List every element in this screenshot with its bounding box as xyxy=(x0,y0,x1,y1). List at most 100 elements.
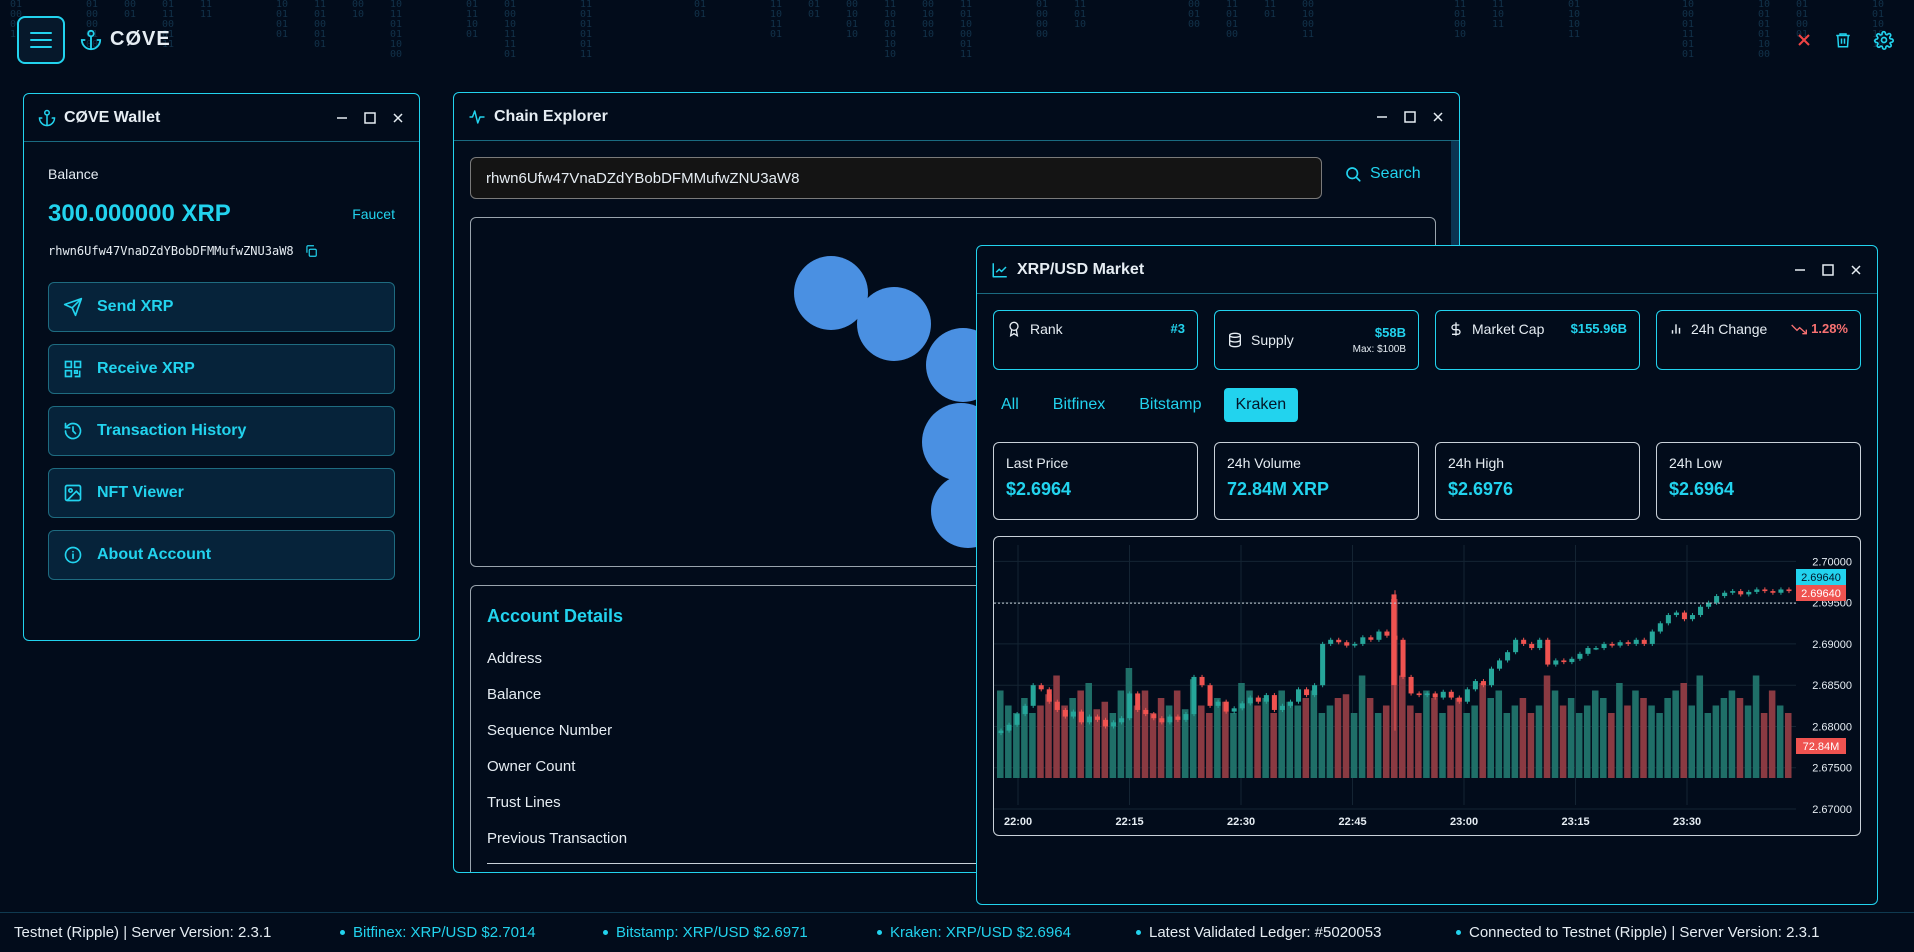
volume-bar xyxy=(1262,698,1269,778)
about-account-button[interactable]: About Account xyxy=(48,530,395,580)
close-icon[interactable] xyxy=(1796,32,1812,48)
candle-body xyxy=(1488,668,1495,686)
close-icon[interactable] xyxy=(1849,263,1863,277)
volume-bar xyxy=(1342,694,1350,778)
status-dot xyxy=(603,930,608,935)
candle-body xyxy=(1038,685,1044,690)
volume-bar xyxy=(1149,713,1157,778)
volume-bar xyxy=(1029,713,1036,778)
x-tick-label: 22:30 xyxy=(1227,816,1255,828)
send-xrp-button[interactable]: Send XRP xyxy=(48,282,395,332)
minimize-icon[interactable] xyxy=(1793,263,1807,277)
volume-bar xyxy=(1246,690,1253,778)
candle-body xyxy=(1746,591,1752,595)
matrix-column: 00 10 00 10 xyxy=(922,0,935,40)
candle-body xyxy=(1722,592,1728,597)
close-icon[interactable] xyxy=(391,111,405,125)
wallet-window-title: CØVE Wallet xyxy=(64,108,161,126)
tab-bitfinex[interactable]: Bitfinex xyxy=(1041,388,1117,422)
volume-bar xyxy=(1165,705,1173,778)
faucet-link[interactable]: Faucet xyxy=(352,206,395,222)
candle-body xyxy=(1609,643,1615,646)
maximize-icon[interactable] xyxy=(363,111,377,125)
volume-bar xyxy=(1238,683,1245,778)
nft-viewer-button[interactable]: NFT Viewer xyxy=(48,468,395,518)
graph-node[interactable] xyxy=(857,287,931,361)
balance-label: Balance xyxy=(48,166,99,182)
matrix-column: 11 10 11 01 xyxy=(770,0,783,40)
last-price-value: $2.6964 xyxy=(1006,479,1072,499)
volume-bar xyxy=(1133,705,1141,778)
candle-body xyxy=(1127,693,1133,719)
volume-bar xyxy=(1543,675,1551,778)
gear-icon[interactable] xyxy=(1874,30,1894,50)
market-window-header[interactable]: XRP/USD Market xyxy=(977,246,1877,294)
transaction-history-button[interactable]: Transaction History xyxy=(48,406,395,456)
candle-body xyxy=(1094,716,1101,720)
close-icon[interactable] xyxy=(1431,110,1445,124)
y-tick-label: 2.68000 xyxy=(1812,721,1852,733)
status-dot xyxy=(1136,930,1141,935)
price-chart[interactable]: 2.70000 2.69500 2.69000 2.68500 2.68000 2.675… xyxy=(993,536,1861,836)
candle-body xyxy=(1689,615,1696,620)
volume-bar xyxy=(1230,713,1237,778)
y-tick-label: 2.68500 xyxy=(1812,680,1852,692)
candle-body xyxy=(1376,631,1382,640)
volume-bar xyxy=(1157,698,1165,778)
candle-body xyxy=(1231,708,1237,712)
trending-down-icon xyxy=(1791,324,1808,334)
address-search-input[interactable] xyxy=(470,157,1322,199)
candle-body xyxy=(1472,681,1478,690)
volume-bar xyxy=(1672,690,1679,778)
wallet-window-header[interactable]: CØVE Wallet xyxy=(24,94,419,142)
tab-kraken[interactable]: Kraken xyxy=(1223,388,1299,422)
volume-bar xyxy=(1326,705,1334,778)
candle-body xyxy=(1255,697,1261,702)
copy-icon[interactable] xyxy=(304,244,318,258)
volume-bar xyxy=(1085,683,1092,778)
maximize-icon[interactable] xyxy=(1403,110,1417,124)
matrix-background: 01 00 00 11 01 00 00 01 00 00 01 01 11 0… xyxy=(0,0,1914,70)
candle-body xyxy=(1657,623,1663,632)
tab-all[interactable]: All xyxy=(989,388,1031,422)
trash-icon[interactable] xyxy=(1834,30,1852,50)
candle-body xyxy=(1086,716,1092,723)
tab-bitstamp[interactable]: Bitstamp xyxy=(1127,388,1213,422)
volume-bar xyxy=(1463,713,1470,778)
volume-bar xyxy=(1101,701,1109,778)
search-button[interactable]: Search xyxy=(1344,165,1421,183)
candle-body xyxy=(1577,653,1583,659)
candle-body xyxy=(1328,639,1334,644)
minimize-icon[interactable] xyxy=(1375,110,1389,124)
brand: CØVE xyxy=(80,28,171,51)
candle-body xyxy=(1762,589,1768,592)
maximize-icon[interactable] xyxy=(1821,263,1835,277)
matrix-column: 11 01 00 01 01 xyxy=(314,0,327,50)
high-card: 24h High $2.6976 xyxy=(1435,442,1640,520)
candlestick-chart-svg[interactable]: 2.700002.695002.690002.685002.680002.675… xyxy=(994,537,1861,836)
volume-bar xyxy=(1382,705,1390,778)
candle-body xyxy=(1673,612,1679,616)
minimize-icon[interactable] xyxy=(335,111,349,125)
volume-bar xyxy=(1559,705,1567,778)
candle-body xyxy=(1263,695,1269,702)
volume-bar xyxy=(1648,705,1655,778)
volume-tag: 72.84M xyxy=(1803,741,1840,753)
supply-label: Supply xyxy=(1251,332,1294,348)
explorer-window-header[interactable]: Chain Explorer xyxy=(454,93,1459,141)
menu-button[interactable] xyxy=(17,16,65,64)
volume-bar xyxy=(1439,713,1446,778)
candle-body xyxy=(1569,658,1575,663)
volume-bar xyxy=(1399,675,1406,778)
market-cap-value: $155.96B xyxy=(1570,321,1627,336)
volume-bar xyxy=(1776,705,1784,778)
matrix-column: 10 00 01 11 01 01 xyxy=(1682,0,1695,60)
candle-body xyxy=(1681,612,1687,620)
matrix-column: 01 00 00 00 xyxy=(1036,0,1049,40)
receive-xrp-button[interactable]: Receive XRP xyxy=(48,344,395,394)
volume-bar xyxy=(1760,713,1768,778)
candle-body xyxy=(1778,589,1784,593)
volume-bar xyxy=(1728,690,1736,778)
matrix-column: 11 10 11 xyxy=(1492,0,1505,30)
volume-bar xyxy=(1712,705,1720,778)
